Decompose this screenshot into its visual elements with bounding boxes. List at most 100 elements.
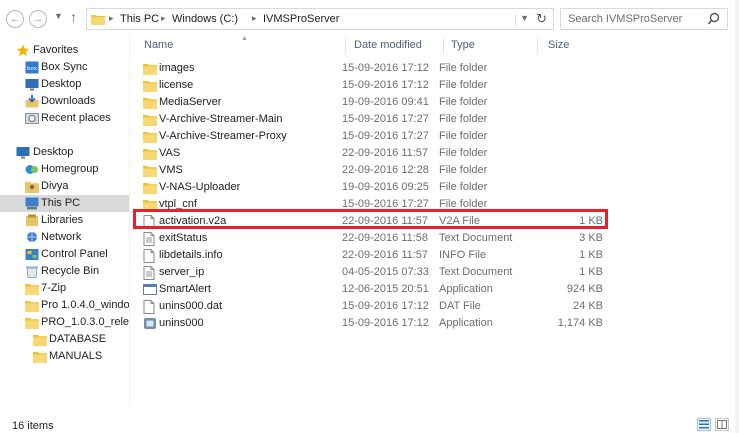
- file-row[interactable]: VMS 22-09-2016 12:28 File folder: [141, 162, 611, 179]
- file-row[interactable]: MediaServer 19-09-2016 09:41 File folder: [141, 94, 611, 111]
- nav-item-label: Desktop: [33, 146, 74, 158]
- forward-button[interactable]: →: [29, 10, 47, 28]
- file-name: V-Archive-Streamer-Proxy: [159, 130, 287, 142]
- column-header-name[interactable]: Name: [144, 39, 173, 51]
- file-type: File folder: [439, 113, 488, 125]
- back-button[interactable]: ←: [6, 10, 24, 28]
- file-size: 24 KB: [573, 300, 603, 312]
- sort-ascending-icon: ▲: [241, 35, 248, 42]
- nav-item-homegroup[interactable]: Homegroup: [0, 161, 129, 178]
- details-view-button[interactable]: [697, 418, 711, 431]
- refresh-button[interactable]: ↻: [536, 11, 547, 27]
- nav-item-7-zip[interactable]: 7-Zip: [0, 280, 129, 297]
- nav-item-manuals[interactable]: MANUALS: [0, 348, 129, 365]
- star-icon: [16, 44, 30, 57]
- column-divider[interactable]: [443, 38, 444, 54]
- search-icon[interactable]: [707, 11, 721, 27]
- status-bar: 16 items: [0, 406, 739, 433]
- breadcrumb-separator-icon[interactable]: ▸: [161, 13, 166, 24]
- computer-icon: [25, 197, 39, 210]
- file-row[interactable]: V-Archive-Streamer-Proxy 15-09-2016 17:27…: [141, 128, 611, 145]
- file-row[interactable]: unins000 15-09-2016 17:12 Application 1,174…: [141, 315, 611, 332]
- file-name: license: [159, 79, 194, 91]
- recent-places-icon: [25, 112, 39, 125]
- file-row[interactable]: V-NAS-Uploader 19-09-2016 09:25 File folde…: [141, 179, 611, 196]
- file-row[interactable]: images 15-09-2016 17:12 File folder: [141, 60, 611, 77]
- file-row[interactable]: license 15-09-2016 17:12 File folder: [141, 77, 611, 94]
- file-date-modified: 22-09-2016 12:28: [342, 164, 429, 176]
- nav-item-database[interactable]: DATABASE: [0, 331, 129, 348]
- file-date-modified: 22-09-2016 11:57: [342, 249, 429, 261]
- file-row[interactable]: V-Archive-Streamer-Main 15-09-2016 17:27 F…: [141, 111, 611, 128]
- breadcrumb-separator-icon[interactable]: ▸: [252, 13, 257, 24]
- file-type: INFO File: [439, 249, 487, 261]
- nav-item-box-sync[interactable]: box Box Sync: [0, 59, 129, 76]
- nav-item-downloads[interactable]: Downloads: [0, 93, 129, 110]
- desktop-icon: [25, 78, 39, 91]
- folder-icon: [91, 15, 105, 25]
- downloads-icon: [25, 95, 39, 108]
- nav-item-network[interactable]: Network: [0, 229, 129, 246]
- breadcrumb-this-pc[interactable]: This PC: [120, 13, 159, 25]
- breadcrumb-windows-c[interactable]: Windows (C:): [172, 13, 238, 25]
- folder-icon: [33, 350, 47, 363]
- file-type: DAT File: [439, 300, 481, 312]
- up-button[interactable]: ↑: [70, 9, 77, 25]
- nav-item-label: Divya: [41, 180, 69, 192]
- nav-item-favorites[interactable]: Favorites: [0, 42, 129, 59]
- file-date-modified: 19-09-2016 09:25: [342, 181, 429, 193]
- nav-item-this-pc[interactable]: This PC: [0, 195, 129, 212]
- folder-icon: [25, 282, 39, 295]
- search-input[interactable]: Search IVMSProServer: [568, 13, 682, 25]
- homegroup-icon: [25, 163, 39, 176]
- nav-item-desktop[interactable]: Desktop: [0, 76, 129, 93]
- nav-item-recent-places[interactable]: Recent places: [0, 110, 129, 127]
- address-history-dropdown[interactable]: ▼: [515, 13, 529, 27]
- folder-icon: [143, 147, 157, 163]
- nav-item-libraries[interactable]: Libraries: [0, 212, 129, 229]
- address-bar[interactable]: ▸ This PC ▸ Windows (C:) ▸ IVMSProServer…: [86, 8, 554, 30]
- folder-icon: [143, 62, 157, 78]
- file-row[interactable]: unins000.dat 15-09-2016 17:12 DAT File 24 K…: [141, 298, 611, 315]
- file-row[interactable]: server_ip 04-05-2015 07:33 Text Document 1 …: [141, 264, 611, 281]
- folder-icon: [143, 164, 157, 180]
- arrow-up-icon: ↑: [70, 9, 77, 25]
- nav-item-label: Downloads: [41, 95, 96, 107]
- column-header-size[interactable]: Size: [548, 39, 569, 51]
- nav-item-desktop[interactable]: Desktop: [0, 144, 129, 161]
- nav-item-pro-1-0-3-0-released[interactable]: PRO_1.0.3.0_released: [0, 314, 129, 331]
- search-box[interactable]: Search IVMSProServer: [560, 8, 728, 30]
- window-edge: [735, 0, 739, 433]
- file-row[interactable]: SmartAlert 12-06-2015 20:51 Application 924…: [141, 281, 611, 298]
- nav-item-divya[interactable]: Divya: [0, 178, 129, 195]
- column-header-date-modified[interactable]: Date modified: [354, 39, 422, 51]
- file-type: File folder: [439, 79, 488, 91]
- file-row[interactable]: libdetails.info 22-09-2016 11:57 INFO File…: [141, 247, 611, 264]
- column-header-type[interactable]: Type: [451, 39, 475, 51]
- nav-item-control-panel[interactable]: Control Panel: [0, 246, 129, 263]
- recent-locations-button[interactable]: ▼: [54, 11, 63, 21]
- large-icons-view-button[interactable]: [715, 418, 729, 431]
- nav-item-label: This PC: [41, 197, 81, 209]
- file-name: server_ip: [159, 266, 205, 278]
- highlight-annotation-box: [133, 209, 608, 229]
- pane-splitter[interactable]: [129, 36, 130, 406]
- nav-item-recycle-bin[interactable]: Recycle Bin: [0, 263, 129, 280]
- file-name: unins000: [159, 317, 204, 329]
- nav-item-pro-1-0-4-0-windows[interactable]: Pro 1.0.4.0_windows: [0, 297, 129, 314]
- navigation-pane[interactable]: Favorites box Box Sync Desktop Downloads Rece…: [0, 36, 129, 406]
- nav-item-label: DATABASE: [49, 333, 107, 345]
- file-type: File folder: [439, 147, 488, 159]
- application-icon: [143, 283, 157, 299]
- breadcrumb-separator-icon[interactable]: ▸: [109, 13, 114, 24]
- folder-icon: [33, 333, 47, 346]
- file-type: File folder: [439, 164, 488, 176]
- file-date-modified: 15-09-2016 17:12: [342, 300, 429, 312]
- column-divider[interactable]: [345, 38, 346, 54]
- file-row[interactable]: exitStatus 22-09-2016 11:58 Text Document 3…: [141, 230, 611, 247]
- file-date-modified: 12-06-2015 20:51: [342, 283, 429, 295]
- nav-item-label: Recycle Bin: [41, 265, 100, 277]
- file-row[interactable]: VAS 22-09-2016 11:57 File folder: [141, 145, 611, 162]
- column-divider[interactable]: [537, 38, 538, 54]
- breadcrumb-ivmsproserver[interactable]: IVMSProServer: [263, 13, 339, 25]
